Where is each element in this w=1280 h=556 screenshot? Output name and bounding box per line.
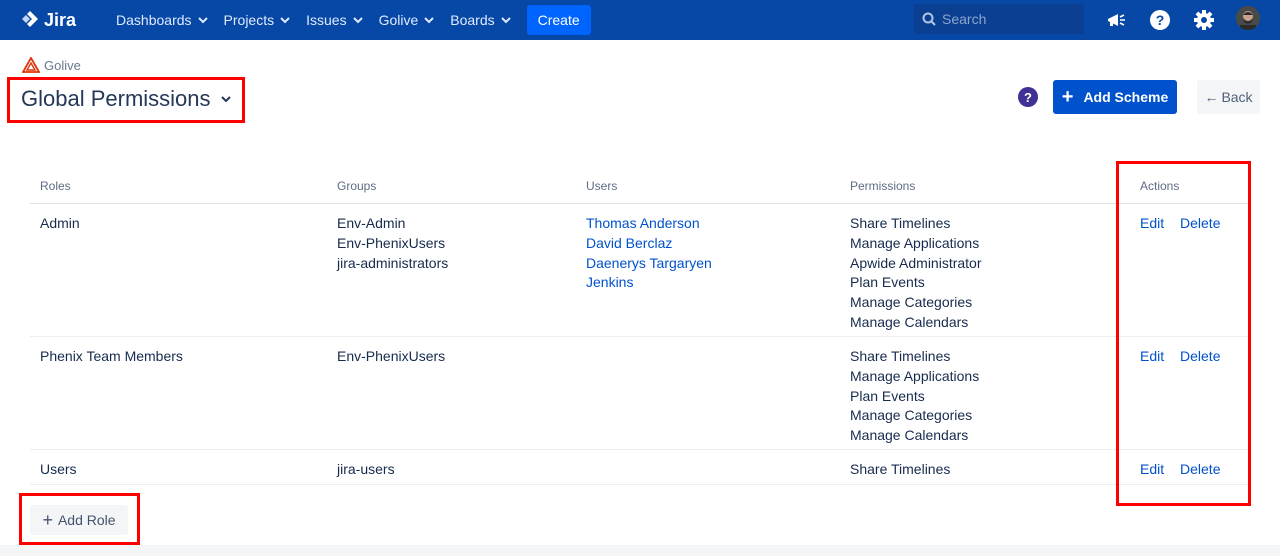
nav-boards[interactable]: Boards	[442, 0, 518, 40]
permission-name: Manage Calendars	[850, 313, 969, 330]
users-cell: Thomas Anderson David Berclaz Daenerys T…	[586, 214, 712, 293]
highlight-box-title	[7, 77, 245, 123]
nav-issues[interactable]: Issues	[298, 0, 370, 40]
user-link[interactable]: David Berclaz	[586, 234, 712, 254]
add-scheme-label: Add Scheme	[1083, 89, 1169, 105]
jira-logo-icon	[22, 11, 38, 27]
chevron-down-icon	[280, 17, 290, 24]
highlight-box-add-role	[19, 493, 140, 545]
help-icon[interactable]: ?	[1148, 8, 1172, 32]
permission-name: Manage Categories	[850, 407, 973, 424]
permission-name: Share Timelines	[850, 348, 951, 364]
back-button[interactable]: ← Back	[1197, 80, 1260, 114]
permission-name: Apwide Administrator	[850, 254, 982, 271]
table-row: Admin Env-Admin Env-PhenixUsers jira-adm…	[30, 204, 1250, 337]
create-button[interactable]: Create	[526, 5, 591, 35]
search-box[interactable]	[914, 4, 1084, 34]
search-input[interactable]	[942, 11, 1072, 27]
plus-icon: +	[1061, 85, 1074, 108]
nav-boards-label: Boards	[450, 12, 495, 28]
column-header-groups: Groups	[337, 179, 377, 193]
user-avatar[interactable]	[1236, 6, 1260, 30]
arrow-left-icon: ←	[1204, 89, 1219, 105]
nav-projects[interactable]: Projects	[216, 0, 299, 40]
permissions-cell: Share Timelines Manage Applications Plan…	[850, 347, 979, 446]
permission-name: Share Timelines	[850, 215, 951, 231]
permissions-table: Roles Groups Users Permissions Actions A…	[30, 170, 1250, 485]
permission-name: Manage Calendars	[850, 427, 969, 444]
role-name: Phenix Team Members	[40, 348, 183, 364]
permission-name: Manage Applications	[850, 367, 980, 384]
permission-name: Manage Applications	[850, 234, 980, 251]
table-header: Roles Groups Users Permissions Actions	[30, 170, 1250, 204]
chevron-down-icon	[500, 17, 511, 24]
permission-name: Plan Events	[850, 387, 925, 404]
project-breadcrumb[interactable]: Golive	[22, 57, 81, 73]
column-header-users: Users	[586, 179, 618, 193]
project-name: Golive	[44, 57, 81, 73]
groups-cell: jira-users	[337, 460, 395, 480]
nav-issues-label: Issues	[306, 12, 347, 28]
chevron-down-icon	[424, 17, 434, 24]
nav-dashboards[interactable]: Dashboards	[108, 0, 216, 40]
footer-bar	[0, 545, 1280, 556]
scheme-help-icon[interactable]: ?	[1018, 87, 1038, 107]
chevron-down-icon	[197, 17, 208, 24]
jira-logo[interactable]: Jira	[20, 10, 76, 31]
add-scheme-button[interactable]: + Add Scheme	[1053, 80, 1177, 114]
settings-gear-icon[interactable]	[1192, 8, 1216, 32]
group-name: Env-Admin	[337, 215, 406, 231]
golive-project-icon	[22, 57, 40, 73]
chevron-down-icon	[352, 17, 363, 24]
logo-text: Jira	[44, 9, 77, 30]
permissions-cell: Share Timelines	[850, 460, 950, 480]
permission-name: Plan Events	[850, 274, 925, 291]
search-icon	[922, 12, 936, 26]
back-label: Back	[1221, 89, 1253, 105]
groups-cell: Env-PhenixUsers	[337, 347, 445, 367]
nav-golive-label: Golive	[378, 12, 419, 28]
user-link[interactable]: Thomas Anderson	[586, 214, 712, 234]
notifications-icon[interactable]	[1104, 8, 1128, 32]
permission-name: Share Timelines	[850, 461, 951, 477]
nav-dashboards-label: Dashboards	[116, 12, 192, 28]
group-name: jira-users	[337, 461, 395, 477]
highlight-box-actions	[1116, 161, 1251, 506]
role-name: Users	[40, 461, 77, 477]
column-header-permissions: Permissions	[850, 179, 916, 193]
role-name: Admin	[40, 215, 80, 231]
user-link[interactable]: Jenkins	[586, 273, 712, 293]
groups-cell: Env-Admin Env-PhenixUsers jira-administr…	[337, 214, 448, 273]
group-name: Env-PhenixUsers	[337, 348, 446, 364]
permissions-cell: Share Timelines Manage Applications Apwi…	[850, 214, 982, 333]
column-header-roles: Roles	[40, 179, 71, 193]
top-navigation: Jira Dashboards Projects Issues Golive B…	[0, 0, 1280, 40]
group-name: Env-PhenixUsers	[337, 234, 446, 251]
table-row: Phenix Team Members Env-PhenixUsers Shar…	[30, 337, 1250, 450]
svg-text:?: ?	[1156, 12, 1165, 28]
table-row: Users jira-users Share Timelines Edit De…	[30, 450, 1250, 485]
permission-name: Manage Categories	[850, 294, 973, 311]
group-name: jira-administrators	[337, 254, 449, 271]
user-link[interactable]: Daenerys Targaryen	[586, 254, 712, 274]
nav-golive[interactable]: Golive	[371, 0, 443, 40]
nav-projects-label: Projects	[223, 12, 275, 28]
